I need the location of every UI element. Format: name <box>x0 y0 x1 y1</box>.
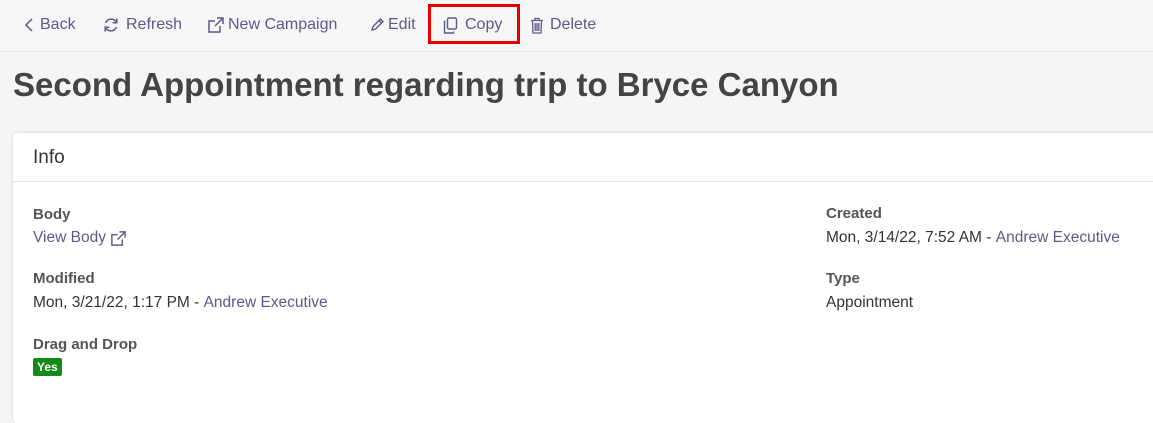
body-label: Body <box>33 206 71 223</box>
chevron-left-icon <box>24 18 34 32</box>
copy-highlight-box <box>428 4 520 44</box>
external-link-icon <box>110 230 127 247</box>
edit-button[interactable]: Edit <box>369 13 416 37</box>
created-label: Created <box>826 205 882 222</box>
modified-label: Modified <box>33 270 95 287</box>
back-label: Back <box>40 16 76 33</box>
drag-drop-badge: Yes <box>33 358 62 376</box>
modified-value: Mon, 3/21/22, 1:17 PM - Andrew Executive <box>33 294 328 312</box>
created-value: Mon, 3/14/22, 7:52 AM - Andrew Executive <box>826 229 1120 247</box>
view-body-link[interactable]: View Body <box>33 229 127 247</box>
info-card: Info Body View Body Modified Mon, 3/21/2… <box>13 133 1153 423</box>
edit-label: Edit <box>388 16 416 33</box>
created-date: Mon, 3/14/22, 7:52 AM - <box>826 229 996 246</box>
pencil-icon <box>369 17 385 33</box>
modified-user-link[interactable]: Andrew Executive <box>204 294 328 312</box>
view-body-text: View Body <box>33 229 106 246</box>
info-card-title: Info <box>33 147 65 168</box>
modified-date: Mon, 3/21/22, 1:17 PM - <box>33 294 204 311</box>
delete-label: Delete <box>550 16 597 33</box>
refresh-label: Refresh <box>126 16 183 33</box>
external-link-icon <box>207 16 225 34</box>
new-campaign-label: New Campaign <box>228 16 338 33</box>
type-value: Appointment <box>826 294 914 311</box>
toolbar: Back Refresh New Campaign Edit Copy Dele… <box>0 0 1153 52</box>
back-button[interactable]: Back <box>24 13 76 37</box>
type-label: Type <box>826 270 860 287</box>
info-card-header: Info <box>13 133 1153 182</box>
refresh-button[interactable]: Refresh <box>102 13 182 37</box>
trash-icon <box>530 17 544 34</box>
created-user-link[interactable]: Andrew Executive <box>996 229 1120 247</box>
delete-button[interactable]: Delete <box>530 13 596 37</box>
drag-drop-label: Drag and Drop <box>33 336 138 353</box>
new-campaign-button[interactable]: New Campaign <box>207 13 337 37</box>
refresh-icon <box>102 16 120 34</box>
page-title: Second Appointment regarding trip to Bry… <box>13 66 839 103</box>
